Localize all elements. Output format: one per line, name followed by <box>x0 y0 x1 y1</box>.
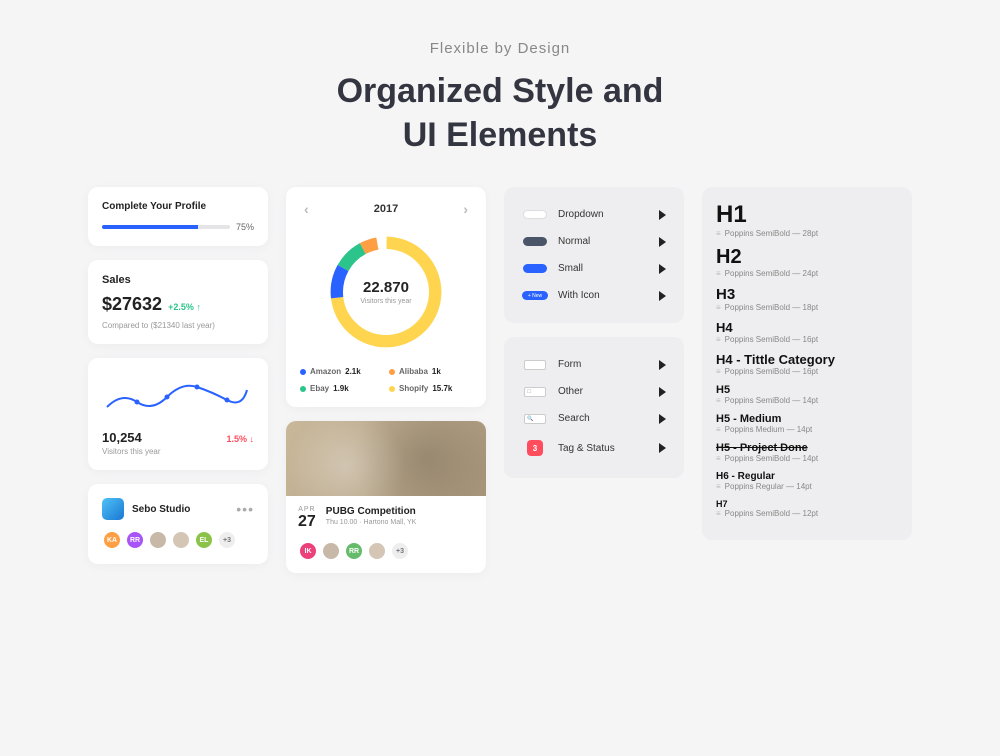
typo-row: H6 - RegularPoppins Regular — 14pt <box>716 471 898 491</box>
typo-row: H1Poppins SemiBold — 28pt <box>716 201 898 238</box>
event-title: PUBG Competition <box>326 506 417 517</box>
sebo-name: Sebo Studio <box>132 504 190 515</box>
play-icon <box>659 237 666 247</box>
panel-item[interactable]: 🔍Search <box>518 405 670 432</box>
sales-delta: +2.5% ↑ <box>168 302 201 312</box>
play-icon <box>659 210 666 220</box>
profile-progress-card: Complete Your Profile 75% <box>88 187 268 246</box>
panel-item[interactable]: Small <box>518 255 670 282</box>
event-image <box>286 421 486 496</box>
sales-compared: Compared to ($21340 last year) <box>102 321 254 330</box>
sales-label: Sales <box>102 274 254 286</box>
typo-row: H4Poppins SemiBold — 16pt <box>716 320 898 344</box>
legend-item: Shopify 15.7k <box>389 384 472 393</box>
progress-bar <box>102 225 230 229</box>
avatar[interactable] <box>171 530 191 550</box>
visitors-label: Visitors this year <box>102 447 254 456</box>
legend-item: Alibaba 1k <box>389 367 472 376</box>
typo-row: H7Poppins SemiBold — 12pt <box>716 499 898 518</box>
donut-card: ‹ 2017 › 22.870 Visitors this year Amazo… <box>286 187 486 407</box>
play-icon <box>659 387 666 397</box>
play-icon <box>659 264 666 274</box>
typo-row: H4 - Tittle CategoryPoppins SemiBold — 1… <box>716 352 898 376</box>
typo-row: H2Poppins SemiBold — 24pt <box>716 246 898 278</box>
sales-value: $27632 <box>102 294 162 315</box>
donut-year: 2017 <box>374 203 398 215</box>
sebo-logo-icon <box>102 498 124 520</box>
avatar-more[interactable]: +3 <box>390 541 410 561</box>
avatar[interactable]: KA <box>102 530 122 550</box>
avatar-more[interactable]: +3 <box>217 530 237 550</box>
play-icon <box>659 360 666 370</box>
event-avatars: IK RR +3 <box>286 541 486 573</box>
typo-row: H5 - MediumPoppins Medium — 14pt <box>716 413 898 434</box>
more-icon[interactable]: ••• <box>236 501 254 517</box>
event-date: APR 27 <box>298 506 316 531</box>
panel-item[interactable]: Form <box>518 351 670 378</box>
typo-row: H5Poppins SemiBold — 14pt <box>716 384 898 405</box>
inputs-panel: Form☐Other🔍Search3Tag & Status <box>504 337 684 478</box>
avatar[interactable]: RR <box>344 541 364 561</box>
visitors-chart-card: 10,254 Visitors this year 1.5% ↓ <box>88 358 268 470</box>
avatar[interactable] <box>321 541 341 561</box>
avatar[interactable] <box>148 530 168 550</box>
eyebrow: Flexible by Design <box>0 40 1000 57</box>
chevron-right-icon[interactable]: › <box>463 201 468 217</box>
avatar[interactable]: IK <box>298 541 318 561</box>
buttons-panel: DropdownNormalSmall+ NewWith Icon <box>504 187 684 323</box>
panel-item[interactable]: 3Tag & Status <box>518 432 670 464</box>
typography-panel: H1Poppins SemiBold — 28pt H2Poppins SemiB… <box>702 187 912 540</box>
panel-item[interactable]: Dropdown <box>518 201 670 228</box>
avatar[interactable]: RR <box>125 530 145 550</box>
avatar[interactable] <box>367 541 387 561</box>
sebo-avatars: KARR EL+3 <box>102 530 254 550</box>
panel-item[interactable]: + NewWith Icon <box>518 282 670 309</box>
sebo-card: Sebo Studio ••• KARR EL+3 <box>88 484 268 564</box>
play-icon <box>659 443 666 453</box>
progress-percent: 75% <box>236 222 254 232</box>
event-card[interactable]: APR 27 PUBG Competition Thu 10.00 · Hart… <box>286 421 486 573</box>
page-header: Flexible by Design Organized Style and U… <box>0 0 1000 187</box>
sales-card: Sales $27632 +2.5% ↑ Compared to ($21340… <box>88 260 268 344</box>
legend-item: Amazon 2.1k <box>300 367 383 376</box>
typo-row: H3Poppins SemiBold — 18pt <box>716 286 898 312</box>
play-icon <box>659 414 666 424</box>
avatar[interactable]: EL <box>194 530 214 550</box>
legend-item: Ebay 1.9k <box>300 384 383 393</box>
donut-label: Visitors this year <box>360 298 411 305</box>
donut-legend: Amazon 2.1k Alibaba 1k Ebay 1.9k Shopify 15… <box>300 367 472 393</box>
page-title: Organized Style and UI Elements <box>0 69 1000 157</box>
line-chart-icon <box>102 372 252 422</box>
typo-row: H5 - Project DonePoppins SemiBold — 14pt <box>716 442 898 463</box>
profile-title: Complete Your Profile <box>102 201 254 212</box>
chevron-left-icon[interactable]: ‹ <box>304 201 309 217</box>
panel-item[interactable]: ☐Other <box>518 378 670 405</box>
event-subtitle: Thu 10.00 · Hartono Mall, YK <box>326 519 417 526</box>
play-icon <box>659 291 666 301</box>
panel-item[interactable]: Normal <box>518 228 670 255</box>
visitors-delta: 1.5% ↓ <box>226 434 254 444</box>
donut-value: 22.870 <box>363 279 409 296</box>
